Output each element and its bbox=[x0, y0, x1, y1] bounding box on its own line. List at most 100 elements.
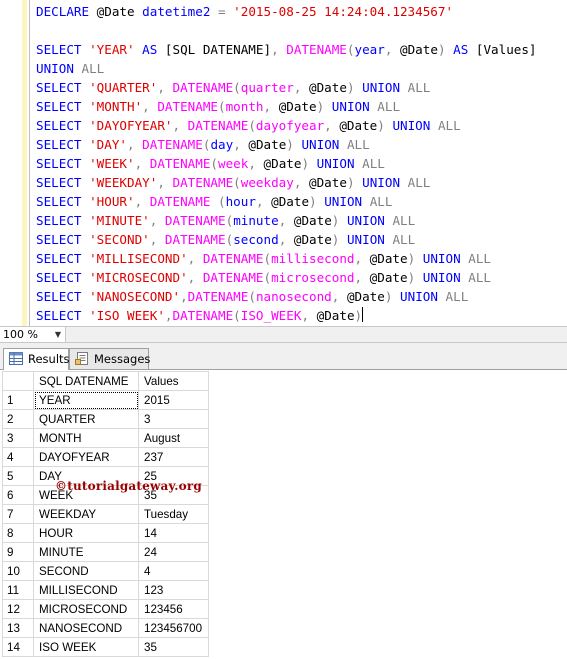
code-line[interactable]: SELECT 'DAY', DATENAME(day, @Date) UNION… bbox=[36, 135, 567, 154]
cell-sql-datename[interactable]: SECOND bbox=[33, 561, 139, 581]
code-token: ) bbox=[407, 270, 423, 285]
code-line[interactable]: SELECT 'YEAR' AS [SQL DATENAME], DATENAM… bbox=[36, 40, 567, 59]
row-number[interactable]: 14 bbox=[2, 637, 34, 657]
code-token: UNION bbox=[362, 175, 408, 190]
cell-sql-datename[interactable]: ISO WEEK bbox=[33, 637, 139, 657]
cell-sql-datename[interactable]: MICROSECOND bbox=[33, 599, 139, 619]
row-number[interactable]: 1 bbox=[2, 390, 34, 410]
cell-value[interactable]: 237 bbox=[138, 447, 209, 467]
code-token: , bbox=[384, 42, 401, 57]
cell-value[interactable]: August bbox=[138, 428, 209, 448]
code-token: ISO_WEEK bbox=[240, 308, 302, 323]
code-line[interactable]: SELECT 'MILLISECOND', DATENAME(milliseco… bbox=[36, 249, 567, 268]
column-header-values[interactable]: Values bbox=[138, 371, 209, 391]
cell-value[interactable]: 4 bbox=[138, 561, 209, 581]
table-row[interactable]: 12 MICROSECOND 123456 bbox=[2, 599, 209, 619]
table-row[interactable]: 13 NANOSECOND 123456700 bbox=[2, 618, 209, 638]
row-number[interactable]: 11 bbox=[2, 580, 34, 600]
table-row[interactable]: 1 YEAR 2015 bbox=[2, 390, 209, 410]
row-number[interactable]: 12 bbox=[2, 599, 34, 619]
chevron-down-icon[interactable]: ▼ bbox=[55, 327, 61, 342]
row-number[interactable]: 6 bbox=[2, 485, 34, 505]
code-token: @Date bbox=[309, 80, 347, 95]
results-table[interactable]: SQL DATENAME Values 1 YEAR 2015 2 QUARTER 3 3 M… bbox=[2, 371, 209, 657]
row-number[interactable]: 5 bbox=[2, 466, 34, 486]
cell-sql-datename[interactable]: MONTH bbox=[33, 428, 139, 448]
table-row[interactable]: 11 MILLISECOND 123 bbox=[2, 580, 209, 600]
row-header-corner[interactable] bbox=[2, 371, 34, 391]
cell-sql-datename[interactable]: YEAR bbox=[33, 390, 139, 410]
code-line[interactable]: SELECT 'MONTH', DATENAME(month, @Date) U… bbox=[36, 97, 567, 116]
code-line[interactable] bbox=[36, 21, 567, 40]
cell-value[interactable]: 2015 bbox=[138, 390, 209, 410]
row-number[interactable]: 4 bbox=[2, 447, 34, 467]
row-number[interactable]: 3 bbox=[2, 428, 34, 448]
sql-code[interactable]: DECLARE @Date datetime2 = '2015-08-25 14… bbox=[36, 2, 567, 325]
code-line[interactable]: SELECT 'DAYOFYEAR', DATENAME(dayofyear, … bbox=[36, 116, 567, 135]
table-row[interactable]: 4 DAYOFYEAR 237 bbox=[2, 447, 209, 467]
code-token: , bbox=[157, 175, 173, 190]
code-line[interactable]: SELECT 'WEEKDAY', DATENAME(weekday, @Dat… bbox=[36, 173, 567, 192]
row-number[interactable]: 13 bbox=[2, 618, 34, 638]
code-token: DATENAME bbox=[157, 99, 218, 114]
code-token: ) bbox=[331, 232, 347, 247]
cell-value[interactable]: 35 bbox=[138, 637, 209, 657]
tab-messages[interactable]: Messages bbox=[69, 348, 150, 369]
cell-value[interactable]: 3 bbox=[138, 409, 209, 429]
code-line[interactable]: SELECT 'ISO WEEK',DATENAME(ISO_WEEK, @Da… bbox=[36, 306, 567, 325]
table-row[interactable]: 9 MINUTE 24 bbox=[2, 542, 209, 562]
table-row[interactable]: 14 ISO WEEK 35 bbox=[2, 637, 209, 657]
code-token: , bbox=[233, 137, 249, 152]
cell-sql-datename[interactable]: WEEKDAY bbox=[33, 504, 139, 524]
code-token: , bbox=[142, 99, 158, 114]
cell-sql-datename[interactable]: MILLISECOND bbox=[33, 580, 139, 600]
code-token: week bbox=[218, 156, 249, 171]
code-token: SELECT bbox=[36, 251, 90, 266]
cell-sql-datename[interactable]: DAYOFYEAR bbox=[33, 447, 139, 467]
code-token: ) bbox=[407, 251, 423, 266]
table-row[interactable]: 3 MONTH August bbox=[2, 428, 209, 448]
row-number[interactable]: 7 bbox=[2, 504, 34, 524]
cell-value[interactable]: 14 bbox=[138, 523, 209, 543]
row-number[interactable]: 2 bbox=[2, 409, 34, 429]
tab-results[interactable]: Results bbox=[3, 348, 70, 370]
results-grid[interactable]: SQL DATENAME Values 1 YEAR 2015 2 QUARTER 3 3 M… bbox=[0, 370, 567, 659]
row-number[interactable]: 9 bbox=[2, 542, 34, 562]
cell-sql-datename[interactable]: QUARTER bbox=[33, 409, 139, 429]
code-token: @Date bbox=[346, 289, 385, 304]
code-token: @Date bbox=[263, 156, 302, 171]
table-row[interactable]: 10 SECOND 4 bbox=[2, 561, 209, 581]
code-token: UNION bbox=[362, 80, 408, 95]
zoom-dropdown[interactable]: 100 % ▼ bbox=[0, 327, 66, 342]
cell-value[interactable]: 123456 bbox=[138, 599, 209, 619]
cell-sql-datename[interactable]: NANOSECOND bbox=[33, 618, 139, 638]
code-line[interactable]: SELECT 'MINUTE', DATENAME(minute, @Date)… bbox=[36, 211, 567, 230]
code-token: ) bbox=[377, 118, 393, 133]
row-number[interactable]: 10 bbox=[2, 561, 34, 581]
cell-sql-datename[interactable]: MINUTE bbox=[33, 542, 139, 562]
query-editor[interactable]: DECLARE @Date datetime2 = '2015-08-25 14… bbox=[0, 0, 567, 326]
code-line[interactable]: SELECT 'QUARTER', DATENAME(quarter, @Dat… bbox=[36, 78, 567, 97]
code-line[interactable]: SELECT 'WEEK', DATENAME(week, @Date) UNI… bbox=[36, 154, 567, 173]
code-line[interactable]: SELECT 'SECOND', DATENAME(second, @Date)… bbox=[36, 230, 567, 249]
table-row[interactable]: 8 HOUR 14 bbox=[2, 523, 209, 543]
code-line[interactable]: UNION ALL bbox=[36, 59, 567, 78]
column-header-sql-datename[interactable]: SQL DATENAME bbox=[33, 371, 139, 391]
table-row[interactable]: 2 QUARTER 3 bbox=[2, 409, 209, 429]
code-token: ( bbox=[233, 175, 241, 190]
row-number[interactable]: 8 bbox=[2, 523, 34, 543]
code-token: @Date bbox=[248, 137, 287, 152]
code-line[interactable]: SELECT 'HOUR', DATENAME (hour, @Date) UN… bbox=[36, 192, 567, 211]
code-token: UNION bbox=[346, 232, 393, 247]
code-line[interactable]: SELECT 'MICROSECOND', DATENAME(microseco… bbox=[36, 268, 567, 287]
code-line[interactable]: SELECT 'NANOSECOND',DATENAME(nanosecond,… bbox=[36, 287, 567, 306]
cell-value[interactable]: Tuesday bbox=[138, 504, 209, 524]
cell-sql-datename[interactable]: HOUR bbox=[33, 523, 139, 543]
code-line[interactable]: DECLARE @Date datetime2 = '2015-08-25 14… bbox=[36, 2, 567, 21]
horizontal-scrollbar[interactable] bbox=[70, 329, 563, 340]
cell-value[interactable]: 24 bbox=[138, 542, 209, 562]
cell-value[interactable]: 123456700 bbox=[138, 618, 209, 638]
table-row[interactable]: 7 WEEKDAY Tuesday bbox=[2, 504, 209, 524]
code-token: ALL bbox=[407, 175, 431, 190]
cell-value[interactable]: 123 bbox=[138, 580, 209, 600]
